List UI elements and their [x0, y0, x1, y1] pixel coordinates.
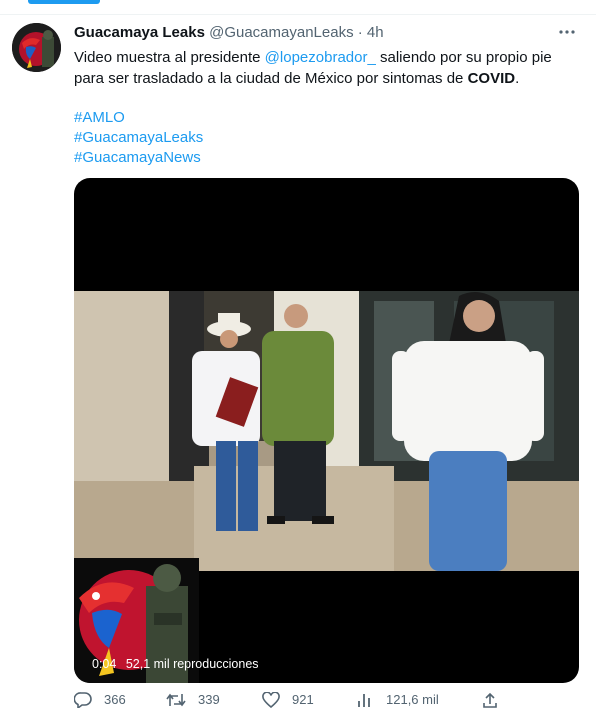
top-divider — [0, 14, 596, 15]
video-frame[interactable] — [74, 291, 579, 571]
author-avatar[interactable] — [12, 23, 61, 72]
share-button[interactable] — [482, 692, 498, 708]
video-scene-image — [74, 291, 579, 571]
tweet-header: Guacamaya Leaks @GuacamayanLeaks · 4h — [74, 24, 586, 46]
views-count: 121,6 mil — [386, 692, 439, 707]
tweet-text-bold: COVID — [467, 70, 516, 87]
hashtag-guacamayaleaks[interactable]: #GuacamayaLeaks — [74, 128, 203, 148]
video-view-count: 52,1 mil reproducciones — [125, 657, 259, 671]
retweet-count: 339 — [198, 692, 220, 707]
author-handle[interactable]: @GuacamayanLeaks — [209, 24, 353, 41]
mention-link[interactable]: @lopezobrador_ — [265, 49, 376, 66]
tweet-text: Video muestra al presidente @lopezobrado… — [74, 47, 574, 89]
tweet-actions: 366 339 921 121,6 mil — [73, 691, 574, 708]
reply-button[interactable]: 366 — [73, 692, 126, 708]
top-accent-bar — [28, 0, 100, 4]
tweet-text-part1: Video muestra al presidente — [74, 49, 265, 66]
reply-count: 366 — [104, 692, 126, 707]
tweet-text-end: . — [515, 70, 520, 87]
retweet-button[interactable]: 339 — [166, 692, 220, 708]
like-icon — [262, 691, 280, 708]
author-name[interactable]: Guacamaya Leaks — [74, 24, 205, 41]
video-overlay-info: 0:04 52,1 mil reproducciones — [86, 654, 265, 674]
retweet-icon — [166, 693, 186, 707]
header-separator: · — [357, 24, 363, 41]
like-count: 921 — [292, 692, 314, 707]
share-icon — [483, 692, 497, 708]
views-button[interactable]: 121,6 mil — [356, 692, 439, 708]
video-player[interactable]: 0:04 52,1 mil reproducciones — [74, 178, 579, 683]
like-button[interactable]: 921 — [262, 691, 314, 708]
hashtag-amlo[interactable]: #AMLO — [74, 108, 203, 128]
video-duration: 0:04 — [92, 657, 117, 671]
more-options-icon[interactable] — [554, 22, 580, 44]
avatar-image — [12, 23, 61, 72]
reply-icon — [73, 692, 92, 708]
tweet-timestamp[interactable]: 4h — [367, 24, 384, 41]
analytics-icon — [358, 694, 370, 707]
hashtag-guacamayanews[interactable]: #GuacamayaNews — [74, 148, 203, 168]
hashtag-list: #AMLO #GuacamayaLeaks #GuacamayaNews — [74, 108, 203, 168]
